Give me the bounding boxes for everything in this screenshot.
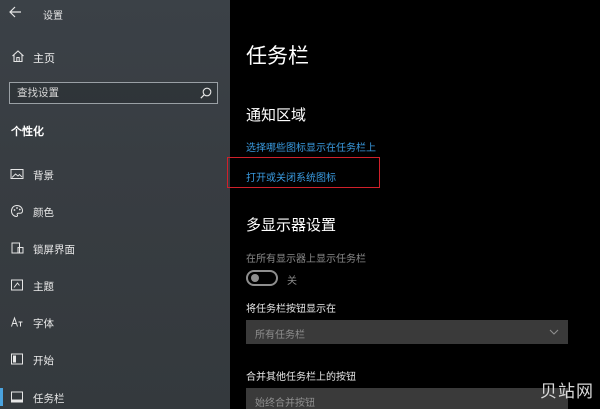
- system-icons-toggle-link[interactable]: 打开或关闭系统图标: [246, 169, 336, 184]
- palette-icon: [10, 204, 24, 218]
- sidebar-item-label: 锁屏界面: [33, 244, 75, 256]
- show-on-all-displays-label: 在所有显示器上显示任务栏: [246, 254, 366, 265]
- dropdown-value: 始终合并按钮: [255, 398, 315, 409]
- theme-icon: [10, 278, 24, 292]
- sidebar-item-fonts[interactable]: 字体: [0, 310, 230, 334]
- sidebar-item-label: 主页: [33, 52, 55, 65]
- combine-buttons-dropdown[interactable]: 始终合并按钮: [246, 388, 568, 409]
- active-indicator: [0, 388, 3, 406]
- sidebar-item-background[interactable]: 背景: [0, 162, 230, 186]
- sidebar: 设置 主页 个性化 背景: [0, 0, 230, 409]
- main-content: 任务栏 通知区域 选择哪些图标显示在任务栏上 打开或关闭系统图标 多显示器设置 …: [227, 0, 600, 409]
- back-button[interactable]: [8, 5, 28, 23]
- sidebar-item-label: 任务栏: [33, 393, 65, 405]
- combine-buttons-label: 合并其他任务栏上的按钮: [246, 372, 356, 383]
- image-icon: [10, 167, 24, 181]
- sidebar-item-label: 字体: [33, 318, 54, 330]
- start-icon: [10, 352, 24, 366]
- sidebar-item-label: 主题: [33, 281, 54, 293]
- toggle-state-text: 关: [287, 276, 297, 287]
- sidebar-item-themes[interactable]: 主题: [0, 273, 230, 297]
- search-icon[interactable]: [199, 86, 213, 100]
- sidebar-item-colors[interactable]: 颜色: [0, 199, 230, 223]
- sidebar-item-start[interactable]: 开始: [0, 347, 230, 371]
- select-taskbar-icons-link[interactable]: 选择哪些图标显示在任务栏上: [246, 139, 376, 154]
- title-bar: 设置: [0, 0, 230, 30]
- sidebar-item-label: 开始: [33, 355, 54, 367]
- home-icon: [11, 49, 25, 63]
- show-on-all-displays-toggle[interactable]: [246, 270, 278, 286]
- toggle-knob: [251, 274, 259, 282]
- window-title: 设置: [43, 11, 63, 22]
- lock-screen-icon: [10, 241, 24, 255]
- page-title: 任务栏: [246, 44, 309, 68]
- search-input[interactable]: [10, 83, 195, 103]
- sidebar-item-taskbar[interactable]: 任务栏: [0, 385, 230, 409]
- sidebar-item-label: 背景: [33, 170, 54, 182]
- notification-area-heading: 通知区域: [246, 106, 307, 124]
- sidebar-item-label: 颜色: [33, 207, 54, 219]
- sidebar-item-home[interactable]: 主页: [0, 46, 230, 68]
- chevron-down-icon: [548, 326, 560, 338]
- show-buttons-dropdown[interactable]: 所有任务栏: [246, 320, 568, 344]
- sidebar-item-lock-screen[interactable]: 锁屏界面: [0, 236, 230, 260]
- show-buttons-label: 将任务栏按钮显示在: [246, 304, 336, 315]
- search-box[interactable]: [9, 82, 218, 104]
- watermark: 贝站网: [540, 382, 594, 402]
- back-arrow-icon: [9, 6, 21, 18]
- font-icon: [10, 315, 24, 329]
- multi-display-heading: 多显示器设置: [246, 216, 337, 234]
- section-title: 个性化: [11, 125, 44, 138]
- dropdown-value: 所有任务栏: [255, 330, 305, 341]
- taskbar-icon: [10, 390, 24, 404]
